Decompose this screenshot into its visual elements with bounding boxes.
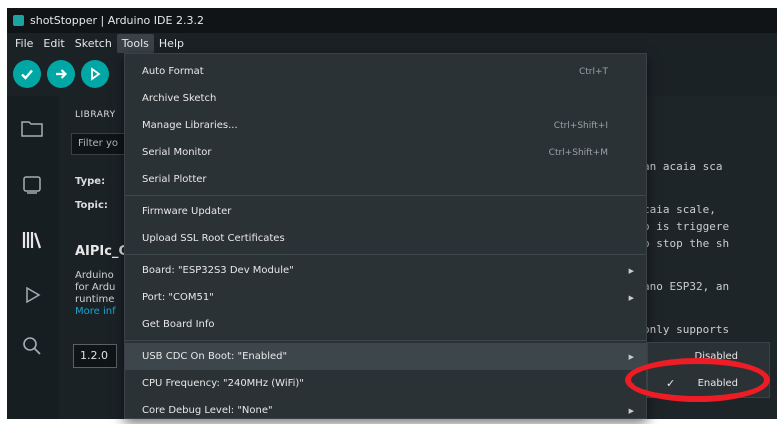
chevron-right-icon: ▶ (628, 352, 634, 361)
code-line: ano ESP32, an (643, 280, 730, 293)
menu-sketch[interactable]: Sketch (70, 34, 117, 53)
activity-bar (7, 96, 59, 419)
version-select[interactable]: 1.2.0 (73, 344, 117, 368)
menu-item-label: Serial Plotter (142, 174, 207, 185)
folder-icon[interactable] (20, 116, 44, 140)
chevron-right-icon: ▶ (628, 406, 634, 415)
boards-icon[interactable] (20, 173, 44, 197)
debug-icon (91, 67, 101, 81)
shortcut-label: Ctrl+Shift+M (548, 147, 608, 158)
chevron-right-icon: ▶ (628, 266, 634, 275)
menu-item-label: Core Debug Level: "None" (142, 405, 273, 416)
library-item-name: AIPIc_C (75, 244, 129, 259)
menu-item-label: Serial Monitor (142, 147, 212, 158)
menu-item-label: Upload SSL Root Certificates (142, 233, 285, 244)
menu-item-manage-libraries[interactable]: Manage Libraries... Ctrl+Shift+I (125, 112, 646, 139)
menu-item-get-board-info[interactable]: Get Board Info (125, 311, 646, 338)
menu-item-cpu-frequency[interactable]: CPU Frequency: "240MHz (WiFi)" ▶ (125, 370, 646, 397)
menu-item-serial-plotter[interactable]: Serial Plotter (125, 166, 646, 193)
menu-item-core-debug-level[interactable]: Core Debug Level: "None" ▶ (125, 397, 646, 424)
menu-item-label: Port: "COM51" (142, 292, 214, 303)
chevron-right-icon: ▶ (628, 293, 634, 302)
menu-item-board[interactable]: Board: "ESP32S3 Dev Module" ▶ (125, 257, 646, 284)
menu-separator (125, 254, 646, 255)
library-title: LIBRARY (75, 110, 116, 120)
library-icon[interactable] (20, 228, 44, 252)
menu-item-label: CPU Frequency: "240MHz (WiFi)" (142, 378, 304, 389)
code-line: caia scale, (643, 203, 716, 216)
topic-label: Topic: (75, 200, 108, 211)
type-label: Type: (75, 176, 106, 187)
menu-bar: File Edit Sketch Tools Help (7, 33, 777, 54)
code-line: an acaia sca (643, 160, 723, 173)
search-icon[interactable] (20, 334, 44, 358)
menu-file[interactable]: File (10, 34, 38, 53)
menu-item-usb-cdc-on-boot[interactable]: USB CDC On Boot: "Enabled" ▶ (125, 343, 646, 370)
menu-item-label: Archive Sketch (142, 93, 217, 104)
menu-item-label: Get Board Info (142, 319, 215, 330)
shortcut-label: Ctrl+Shift+I (553, 120, 608, 131)
menu-item-upload-ssl[interactable]: Upload SSL Root Certificates (125, 225, 646, 252)
shortcut-label: Ctrl+T (578, 66, 608, 77)
menu-item-label: Auto Format (142, 66, 204, 77)
menu-item-label: USB CDC On Boot: "Enabled" (142, 351, 288, 362)
menu-item-label: Manage Libraries... (142, 120, 238, 131)
menu-tools[interactable]: Tools (116, 34, 154, 53)
code-line: o is triggere (643, 220, 730, 233)
debug-button[interactable] (81, 60, 109, 88)
menu-separator (125, 340, 646, 341)
app-icon (13, 15, 24, 26)
window-title: shotStopper | Arduino IDE 2.3.2 (30, 14, 204, 27)
code-line: only supports (643, 323, 730, 336)
tools-dropdown-menu: Auto Format Ctrl+T Archive Sketch Manage… (124, 53, 647, 419)
menu-item-auto-format[interactable]: Auto Format Ctrl+T (125, 58, 646, 85)
menu-item-label: Firmware Updater (142, 206, 232, 217)
menu-item-archive-sketch[interactable]: Archive Sketch (125, 85, 646, 112)
menu-help[interactable]: Help (154, 34, 189, 53)
menu-item-label: Board: "ESP32S3 Dev Module" (142, 265, 294, 276)
code-line: o stop the sh (643, 237, 730, 250)
menu-edit[interactable]: Edit (38, 34, 69, 53)
menu-item-firmware-updater[interactable]: Firmware Updater (125, 198, 646, 225)
verify-button[interactable] (13, 60, 41, 88)
menu-item-port[interactable]: Port: "COM51" ▶ (125, 284, 646, 311)
title-bar: shotStopper | Arduino IDE 2.3.2 (7, 8, 777, 33)
check-icon (21, 69, 33, 80)
red-annotation-circle (625, 358, 770, 402)
arrow-right-icon (56, 69, 68, 79)
menu-separator (125, 195, 646, 196)
menu-item-serial-monitor[interactable]: Serial Monitor Ctrl+Shift+M (125, 139, 646, 166)
upload-button[interactable] (47, 60, 75, 88)
debug-icon[interactable] (20, 283, 44, 307)
